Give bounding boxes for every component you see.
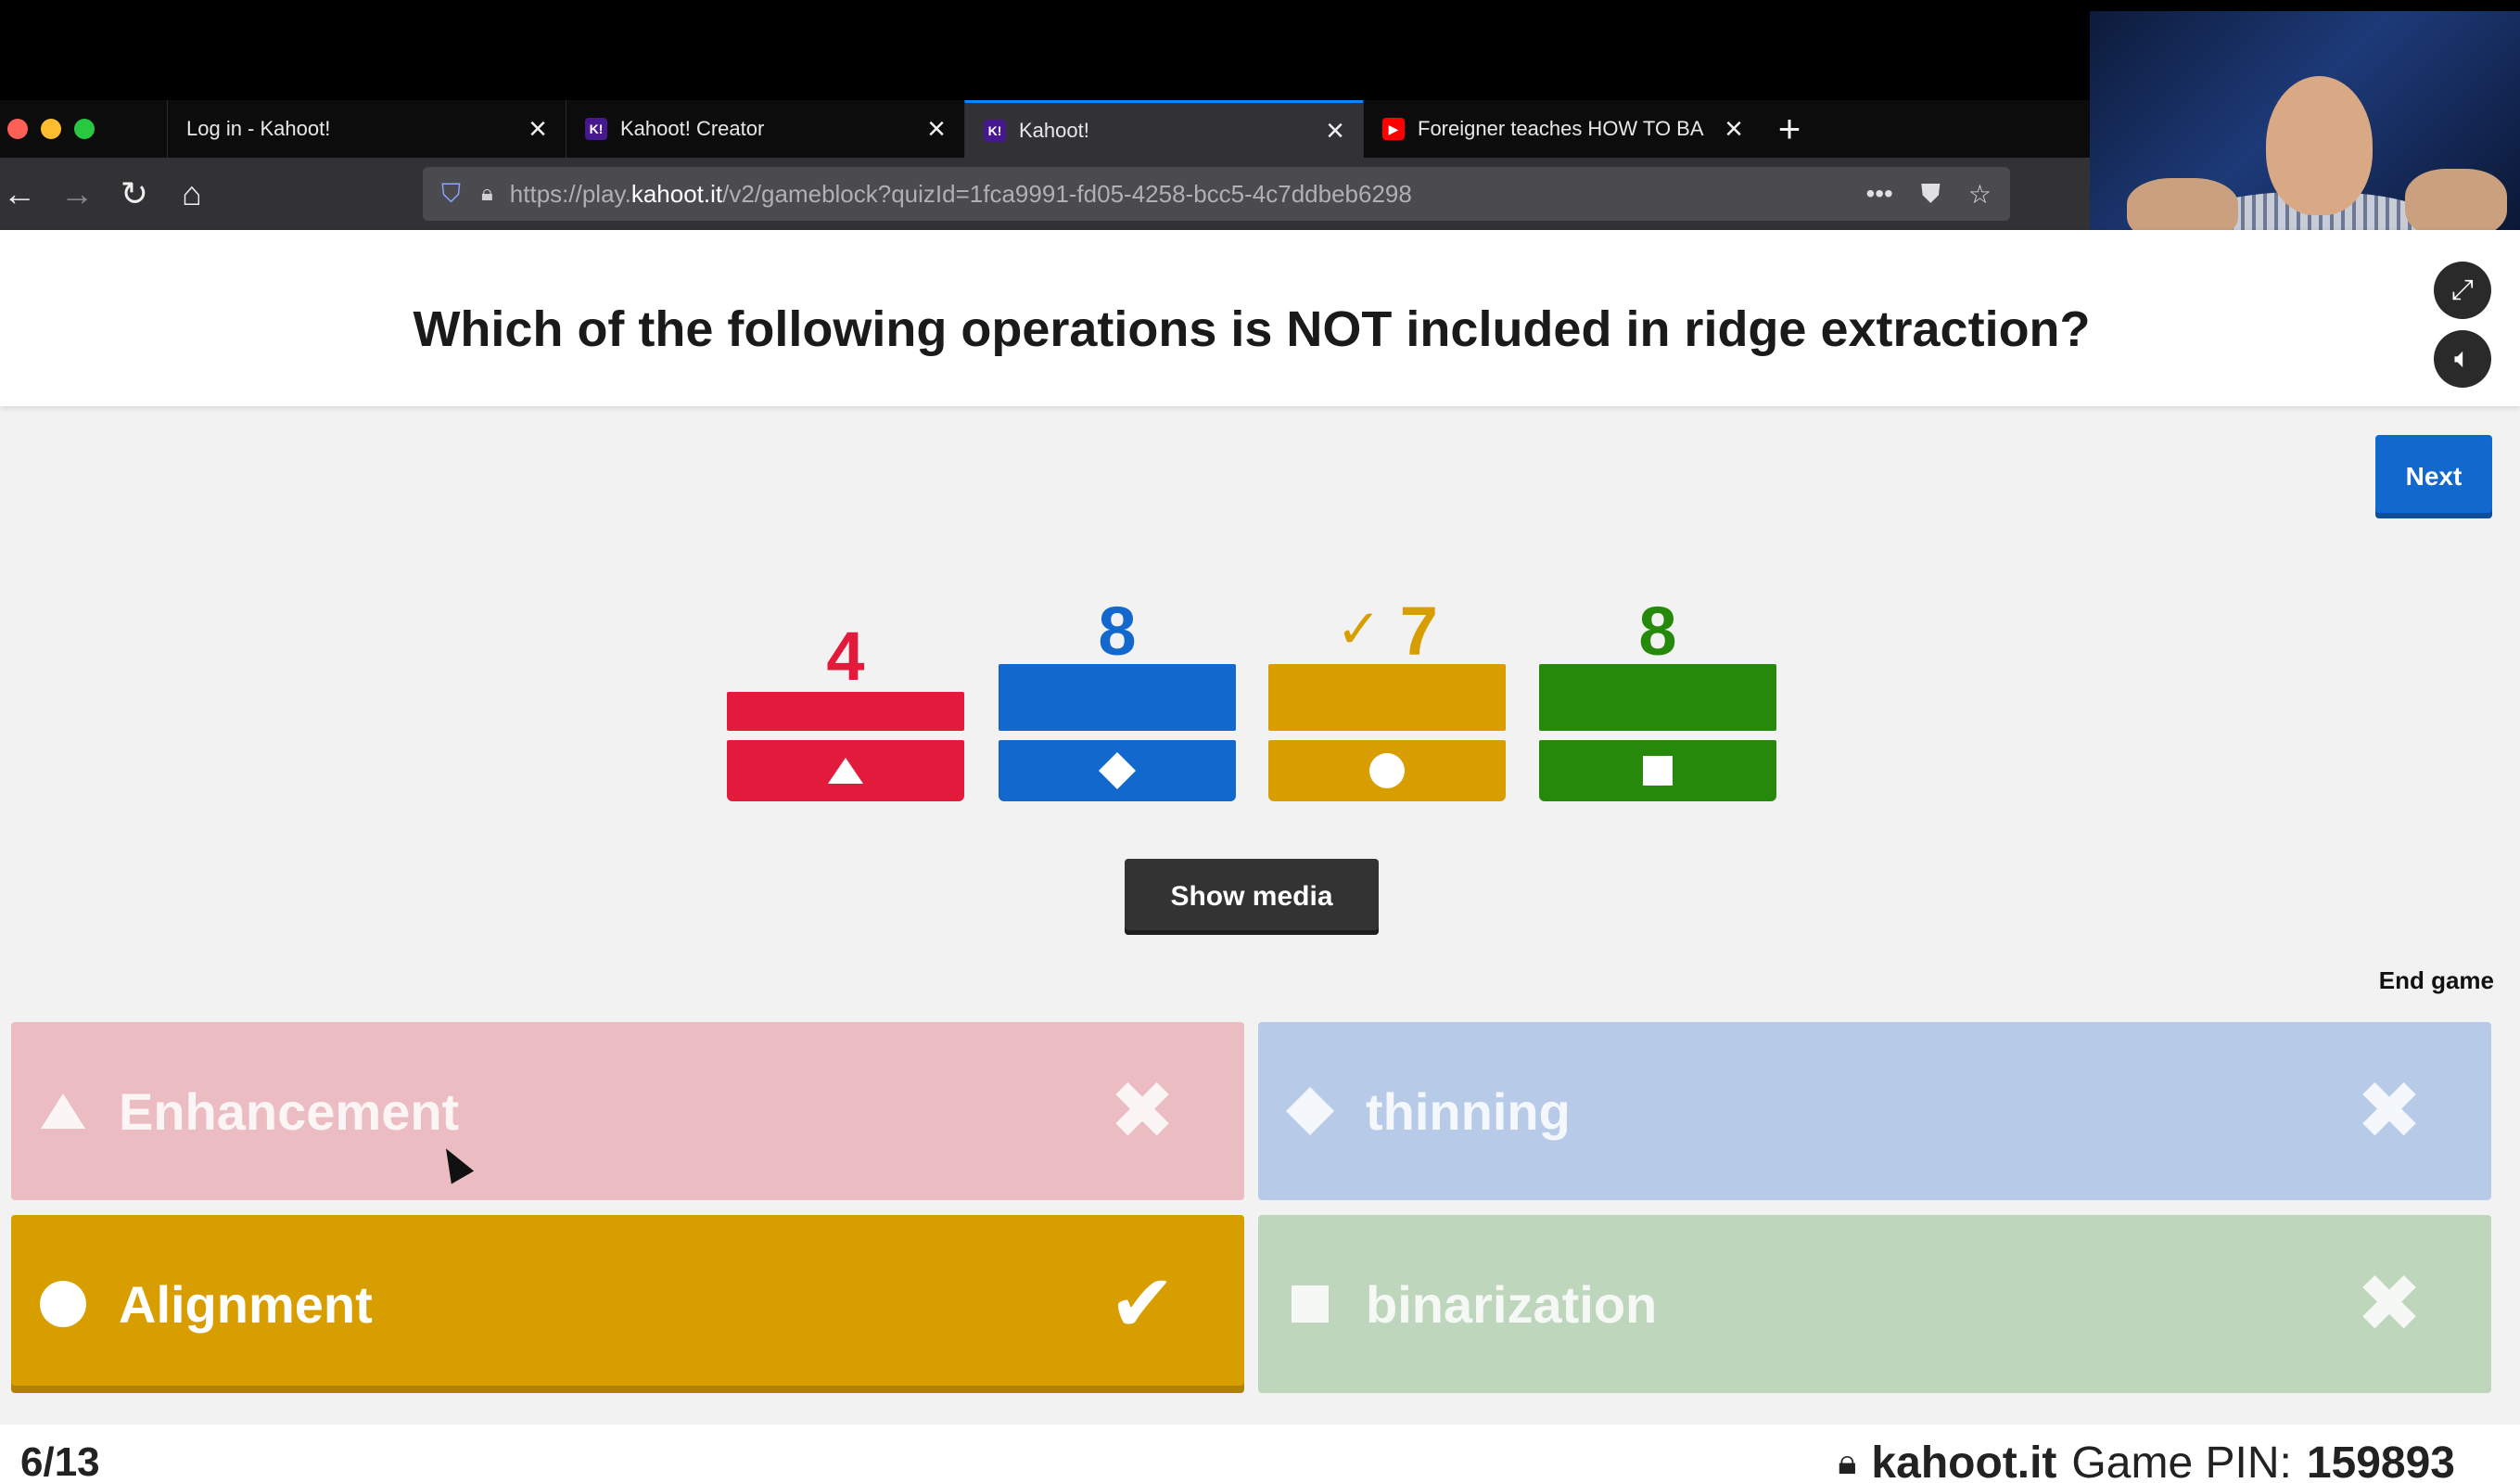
tab-close-icon[interactable]: ×	[927, 113, 946, 145]
incorrect-x-icon: ✖	[2355, 1067, 2423, 1156]
tab-kahoot-creator[interactable]: K! Kahoot! Creator ×	[566, 100, 964, 158]
correct-check-icon: ✓	[1336, 599, 1381, 659]
lock-icon[interactable]: 🔒︎	[481, 181, 493, 207]
result-bar-base	[1539, 740, 1776, 801]
tab-close-icon[interactable]: ×	[1725, 113, 1743, 145]
square-icon	[1643, 756, 1673, 786]
kahoot-favicon-icon: K!	[585, 118, 607, 140]
webcam-video-overlay	[2090, 11, 2520, 255]
answer-label: binarization	[1366, 1274, 1658, 1334]
tab-kahoot-active[interactable]: K! Kahoot! ×	[964, 100, 1363, 158]
result-count: 4	[826, 618, 865, 695]
game-pin-label: Game PIN:	[2071, 1438, 2292, 1483]
tab-close-icon[interactable]: ×	[1326, 115, 1344, 147]
minimize-window-icon[interactable]	[41, 119, 61, 139]
answer-label: Enhancement	[119, 1081, 460, 1141]
tab-label: Foreigner teaches HOW TO BA	[1418, 117, 1704, 140]
question-progress: 6/13	[20, 1439, 100, 1483]
screen: Log in - Kahoot! × K! Kahoot! Creator × …	[0, 0, 2520, 1483]
presenter-head	[2266, 76, 2373, 215]
close-window-icon[interactable]	[7, 119, 28, 139]
result-bar-fill	[727, 692, 964, 731]
incorrect-x-icon: ✖	[1108, 1067, 1176, 1156]
site-name: kahoot.it	[1871, 1438, 2057, 1483]
question-title: Which of the following operations is NOT…	[413, 301, 2091, 357]
square-icon	[1282, 1284, 1338, 1324]
next-button[interactable]: Next	[2375, 435, 2492, 518]
tab-youtube-video[interactable]: ▶ Foreigner teaches HOW TO BA ×	[1363, 100, 1762, 158]
result-bar-base	[999, 740, 1236, 801]
result-bar-fill	[999, 664, 1236, 731]
address-bar-actions: ••• ⛊ ☆	[1865, 179, 1992, 210]
presenter-hand-right	[2405, 169, 2507, 238]
tab-close-icon[interactable]: ×	[528, 113, 547, 145]
url-path: /v2/gameblock?quizId=1fca9991-fd05-4258-…	[722, 179, 1412, 208]
new-tab-plus-icon[interactable]: +	[1762, 100, 1817, 158]
answer-enhancement[interactable]: Enhancement ✖	[11, 1022, 1244, 1200]
correct-check-icon: ✔	[1108, 1259, 1176, 1349]
triangle-icon	[828, 758, 863, 784]
tab-label: Log in - Kahoot!	[186, 117, 331, 140]
address-bar[interactable]: ⛉ 🔒︎ https://play.kahoot.it/v2/gameblock…	[423, 167, 2010, 221]
fullscreen-icon[interactable]: ⤢	[2434, 262, 2491, 319]
tracking-shield-icon[interactable]: ⛉	[441, 179, 461, 210]
url-prefix: https://play.	[509, 179, 631, 208]
diamond-icon	[1282, 1085, 1338, 1137]
result-bar-base	[727, 740, 964, 801]
circle-icon	[1369, 753, 1405, 788]
show-media-button[interactable]: Show media	[1125, 859, 1379, 935]
answer-alignment-correct[interactable]: Alignment ✔	[11, 1215, 1244, 1393]
circle-icon	[35, 1279, 91, 1329]
game-pin-info: 🔒︎ kahoot.it Game PIN: 159893	[1838, 1438, 2455, 1483]
reload-icon[interactable]: ↻	[106, 165, 163, 223]
game-footer: 6/13 🔒︎ kahoot.it Game PIN: 159893	[0, 1425, 2520, 1483]
result-count: 7	[1399, 593, 1438, 670]
sound-icon[interactable]: 🔈︎	[2434, 330, 2491, 388]
pocket-icon[interactable]: ⛊	[1921, 179, 1941, 210]
answer-binarization[interactable]: binarization ✖	[1258, 1215, 2491, 1393]
tab-label: Kahoot! Creator	[620, 117, 765, 140]
forward-arrow-icon[interactable]: →	[48, 165, 106, 223]
answer-label: thinning	[1366, 1081, 1571, 1141]
kahoot-page: Which of the following operations is NOT…	[0, 230, 2520, 1483]
result-bar-fill	[1539, 664, 1776, 731]
result-count: 8	[1638, 593, 1677, 670]
lock-icon: 🔒︎	[1838, 1443, 1857, 1482]
maximize-window-icon[interactable]	[74, 119, 95, 139]
end-game-button[interactable]: End game	[2318, 966, 2494, 995]
game-pin-value: 159893	[2306, 1438, 2455, 1483]
triangle-icon	[35, 1092, 91, 1131]
bookmark-star-icon[interactable]: ☆	[1968, 179, 1992, 210]
url-text[interactable]: https://play.kahoot.it/v2/gameblock?quiz…	[510, 180, 1866, 209]
url-domain: kahoot.it	[630, 179, 723, 208]
browser-tab-bar: Log in - Kahoot! × K! Kahoot! Creator × …	[0, 100, 2090, 158]
youtube-favicon-icon: ▶	[1382, 118, 1405, 140]
result-count: 8	[1098, 593, 1137, 670]
answer-thinning[interactable]: thinning ✖	[1258, 1022, 2491, 1200]
diamond-icon	[1099, 752, 1136, 789]
incorrect-x-icon: ✖	[2355, 1259, 2423, 1349]
window-controls	[0, 100, 167, 158]
result-bar-fill	[1268, 664, 1506, 731]
question-header: Which of the following operations is NOT…	[0, 230, 2520, 406]
more-actions-icon[interactable]: •••	[1865, 179, 1892, 210]
tab-login-kahoot[interactable]: Log in - Kahoot! ×	[167, 100, 566, 158]
answer-label: Alignment	[119, 1274, 373, 1334]
result-count-row: ✓ 7	[1268, 592, 1506, 671]
back-arrow-icon[interactable]: ←	[0, 165, 48, 223]
tab-label: Kahoot!	[1019, 118, 1089, 142]
result-bar-base	[1268, 740, 1506, 801]
kahoot-favicon-icon: K!	[984, 119, 1006, 142]
home-icon[interactable]: ⌂	[163, 165, 221, 223]
browser-nav-bar: ← → ↻ ⌂ ⛉ 🔒︎ https://play.kahoot.it/v2/g…	[0, 158, 2090, 230]
